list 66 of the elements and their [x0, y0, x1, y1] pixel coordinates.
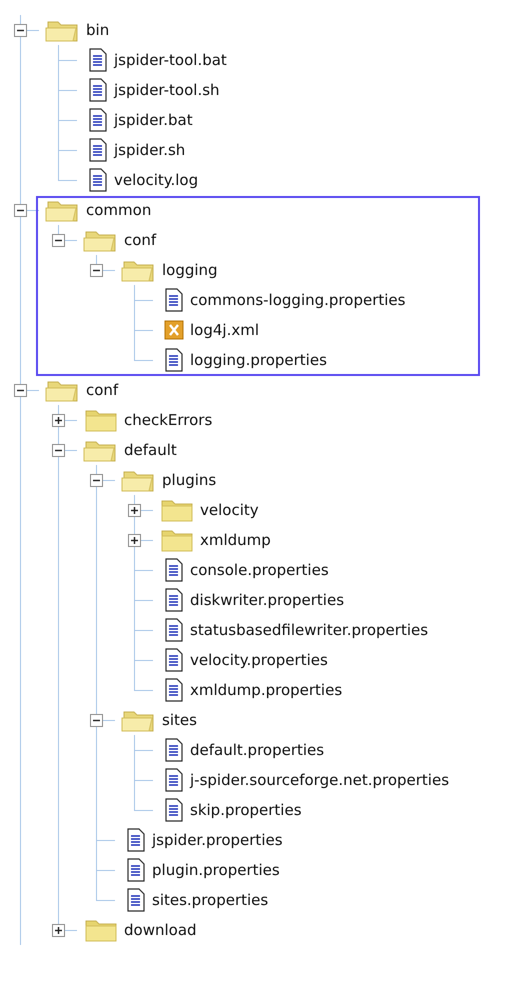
collapse-button[interactable] [14, 384, 27, 397]
collapse-button[interactable] [90, 714, 103, 727]
folder-name[interactable]: xmldump [200, 528, 271, 552]
document-icon [163, 798, 185, 822]
folder-name[interactable]: sites [162, 708, 197, 732]
document-icon [163, 678, 185, 702]
document-icon [163, 288, 185, 312]
document-icon [87, 168, 109, 192]
expand-button[interactable] [52, 414, 65, 427]
folder-name[interactable]: conf [124, 228, 156, 252]
xml-file-icon [163, 318, 185, 342]
document-icon [125, 888, 147, 912]
file-name[interactable]: jspider-tool.bat [114, 48, 227, 72]
document-icon [163, 738, 185, 762]
file-name[interactable]: jspider.bat [114, 108, 193, 132]
document-icon [125, 858, 147, 882]
collapse-button[interactable] [52, 444, 65, 457]
file-name[interactable]: commons-logging.properties [190, 288, 406, 312]
folder-name[interactable]: logging [162, 258, 218, 282]
document-icon [87, 48, 109, 72]
file-name[interactable]: jspider.sh [114, 138, 186, 162]
folder-name[interactable]: common [86, 198, 152, 222]
document-icon [125, 828, 147, 852]
file-name[interactable]: j-spider.sourceforge.net.properties [190, 768, 450, 792]
file-name[interactable]: diskwriter.properties [190, 588, 344, 612]
document-icon [163, 348, 185, 372]
file-name[interactable]: jspider-tool.sh [114, 78, 220, 102]
file-name[interactable]: jspider.properties [152, 828, 283, 852]
expand-button[interactable] [128, 504, 141, 517]
file-name[interactable]: default.properties [190, 738, 324, 762]
document-icon [163, 618, 185, 642]
folder-name[interactable]: plugins [162, 468, 216, 492]
document-icon [163, 588, 185, 612]
plus-icon [54, 416, 63, 425]
collapse-button[interactable] [14, 24, 27, 37]
file-name[interactable]: velocity.log [114, 168, 198, 192]
file-name[interactable]: skip.properties [190, 798, 302, 822]
file-name[interactable]: plugin.properties [152, 858, 280, 882]
file-name[interactable]: console.properties [190, 558, 329, 582]
plus-icon [130, 506, 139, 515]
folder-name[interactable]: velocity [200, 498, 259, 522]
folder-name[interactable]: bin [86, 18, 110, 42]
plus-icon [130, 536, 139, 545]
file-name[interactable]: xmldump.properties [190, 678, 342, 702]
file-name[interactable]: logging.properties [190, 348, 327, 372]
collapse-button[interactable] [14, 204, 27, 217]
collapse-button[interactable] [90, 474, 103, 487]
folder-name[interactable]: download [124, 918, 197, 942]
file-name[interactable]: statusbasedfilewriter.properties [190, 618, 428, 642]
collapse-button[interactable] [52, 234, 65, 247]
folder-name[interactable]: conf [86, 378, 118, 402]
file-name[interactable]: velocity.properties [190, 648, 328, 672]
document-icon [87, 78, 109, 102]
document-icon [87, 108, 109, 132]
folder-name[interactable]: checkErrors [124, 408, 212, 432]
document-icon [163, 558, 185, 582]
file-name[interactable]: log4j.xml [190, 318, 260, 342]
document-icon [163, 648, 185, 672]
plus-icon [54, 926, 63, 935]
file-name[interactable]: sites.properties [152, 888, 268, 912]
folder-name[interactable]: default [124, 438, 177, 462]
expand-button[interactable] [52, 924, 65, 937]
document-icon [163, 768, 185, 792]
document-icon [87, 138, 109, 162]
expand-button[interactable] [128, 534, 141, 547]
collapse-button[interactable] [90, 264, 103, 277]
